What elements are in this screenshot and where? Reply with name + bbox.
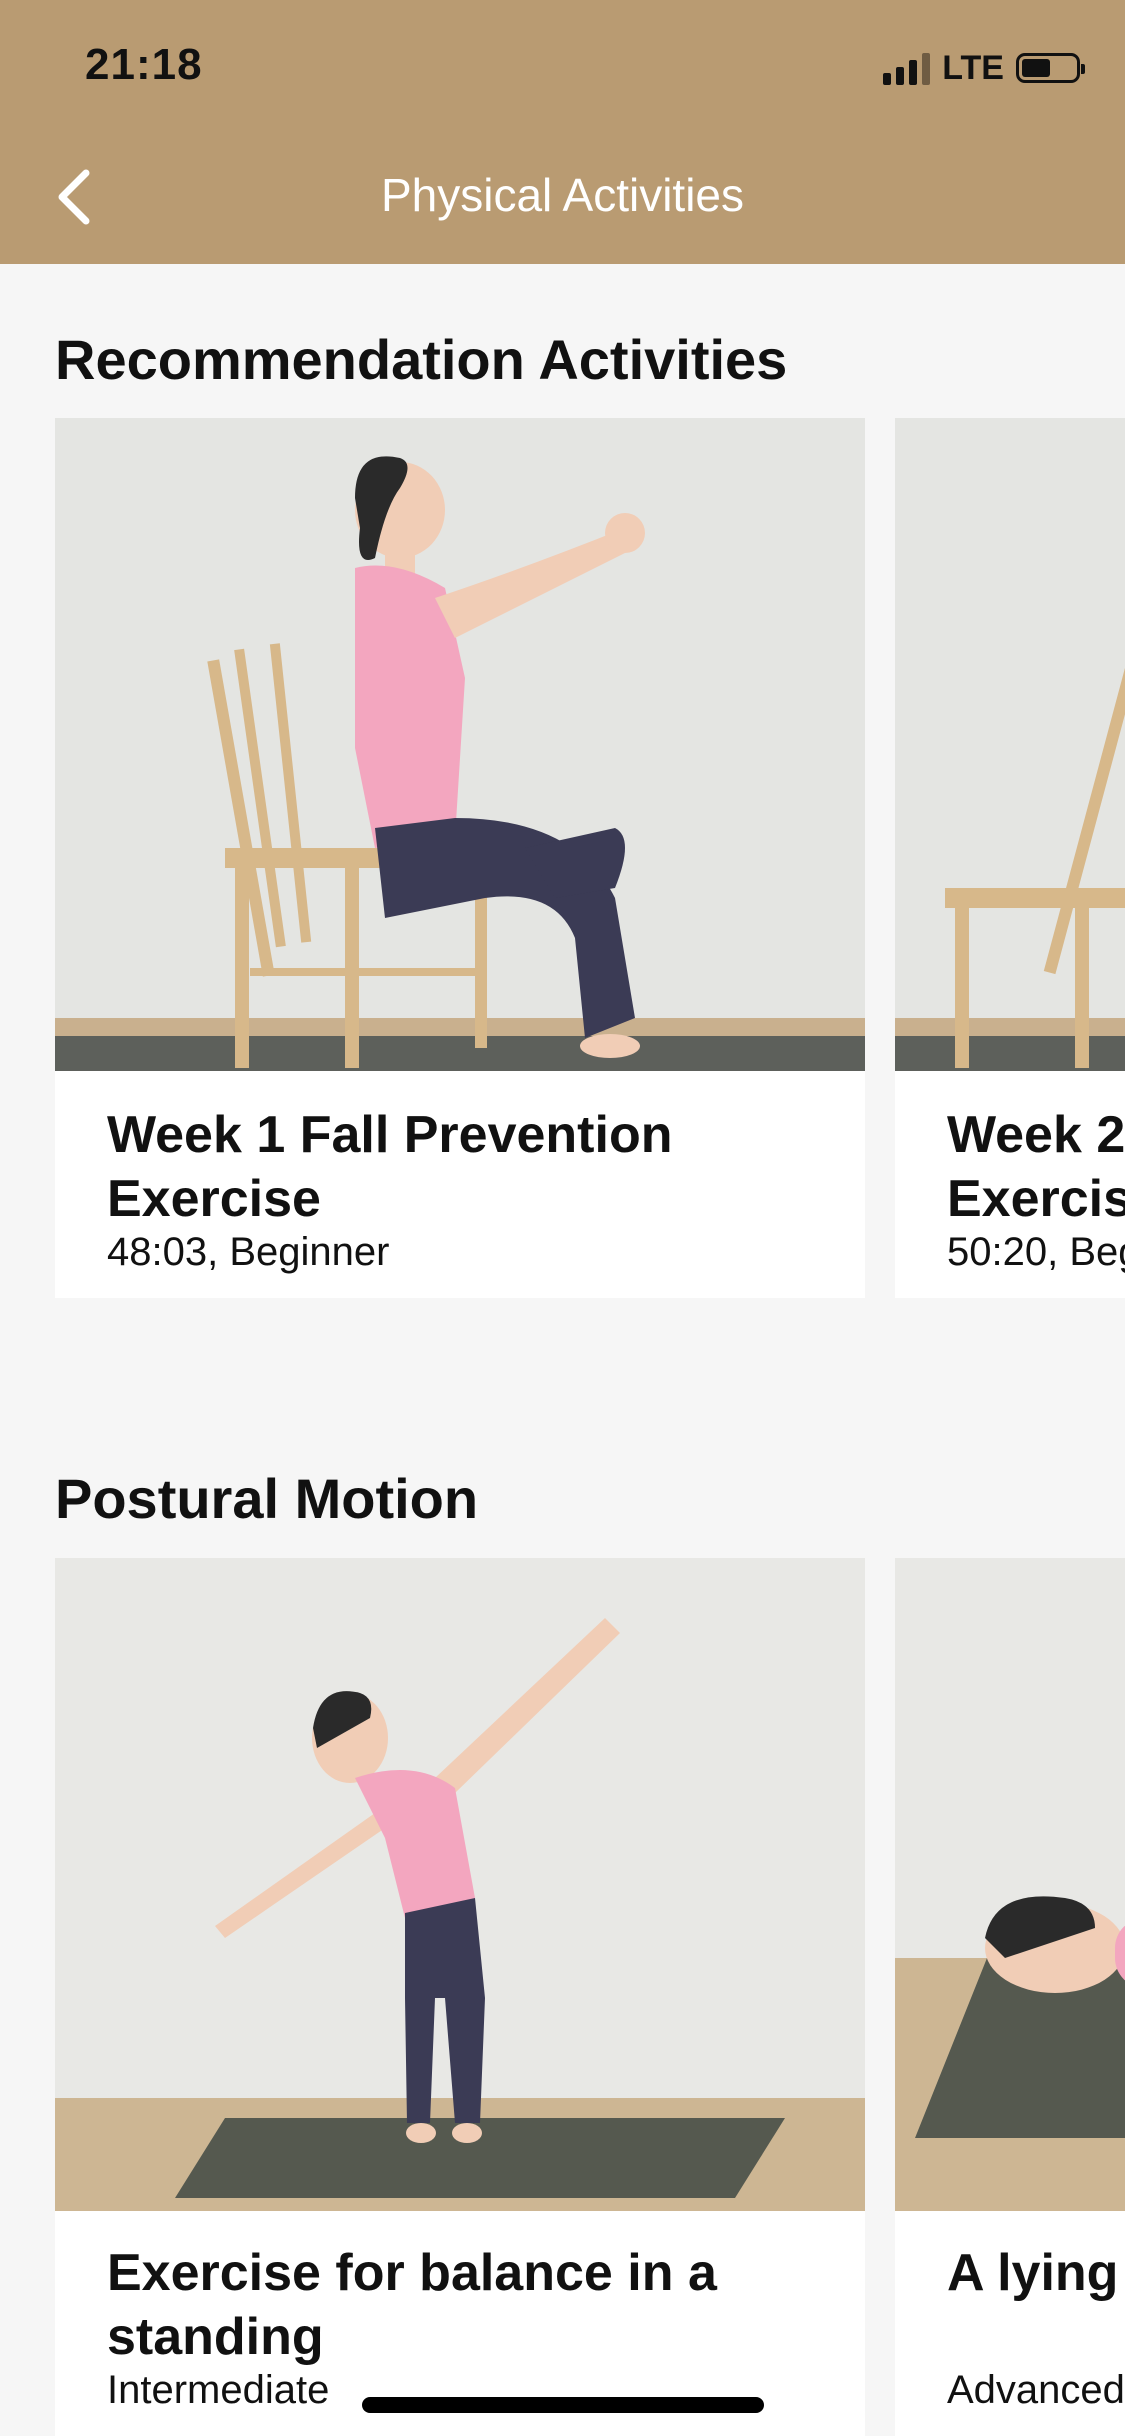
activity-card[interactable]: Week 2 Fall Prevention Exercise 50:20, B…: [895, 418, 1125, 1298]
activity-card[interactable]: A lying muscle Advanced: [895, 1558, 1125, 2436]
section-title-postural-motion: Postural Motion: [55, 1467, 479, 1530]
activity-meta: Advanced: [947, 2368, 1125, 2412]
activity-thumbnail: [895, 1558, 1125, 2211]
activity-title: Week 2 Fall Prevention Exercise: [947, 1106, 1125, 1228]
network-type: LTE: [942, 48, 1004, 87]
status-indicators: LTE: [883, 48, 1085, 88]
activity-title: Exercise for balance in a standing: [107, 2244, 717, 2366]
activity-thumbnail: [895, 418, 1125, 1071]
activity-thumbnail: [55, 1558, 865, 2211]
signal-icon: [883, 51, 931, 85]
postural-motion-carousel[interactable]: Exercise for balance in a standing Inter…: [55, 1558, 1125, 2436]
header-bar: 21:18 LTE Physical Activities: [0, 0, 1125, 264]
activity-title: Week 1 Fall Prevention Exercise: [107, 1106, 673, 1228]
page-title: Physical Activities: [380, 169, 744, 221]
recommendation-carousel[interactable]: Week 1 Fall Prevention Exercise 48:03, B…: [55, 418, 1125, 1298]
activity-meta: 50:20, Beginner: [947, 1230, 1125, 1274]
status-time: 21:18: [85, 40, 203, 89]
activity-card[interactable]: Exercise for balance in a standing Inter…: [55, 1558, 865, 2436]
activity-thumbnail: [55, 418, 865, 1071]
home-indicator[interactable]: [362, 2397, 764, 2413]
activity-title: A lying muscle: [947, 2244, 1125, 2302]
activity-card[interactable]: Week 1 Fall Prevention Exercise 48:03, B…: [55, 418, 865, 1298]
activity-meta: Intermediate: [107, 2368, 330, 2412]
activity-meta: 48:03, Beginner: [107, 1230, 390, 1274]
battery-icon: [1016, 53, 1085, 83]
section-title-recommendation: Recommendation Activities: [55, 328, 788, 391]
